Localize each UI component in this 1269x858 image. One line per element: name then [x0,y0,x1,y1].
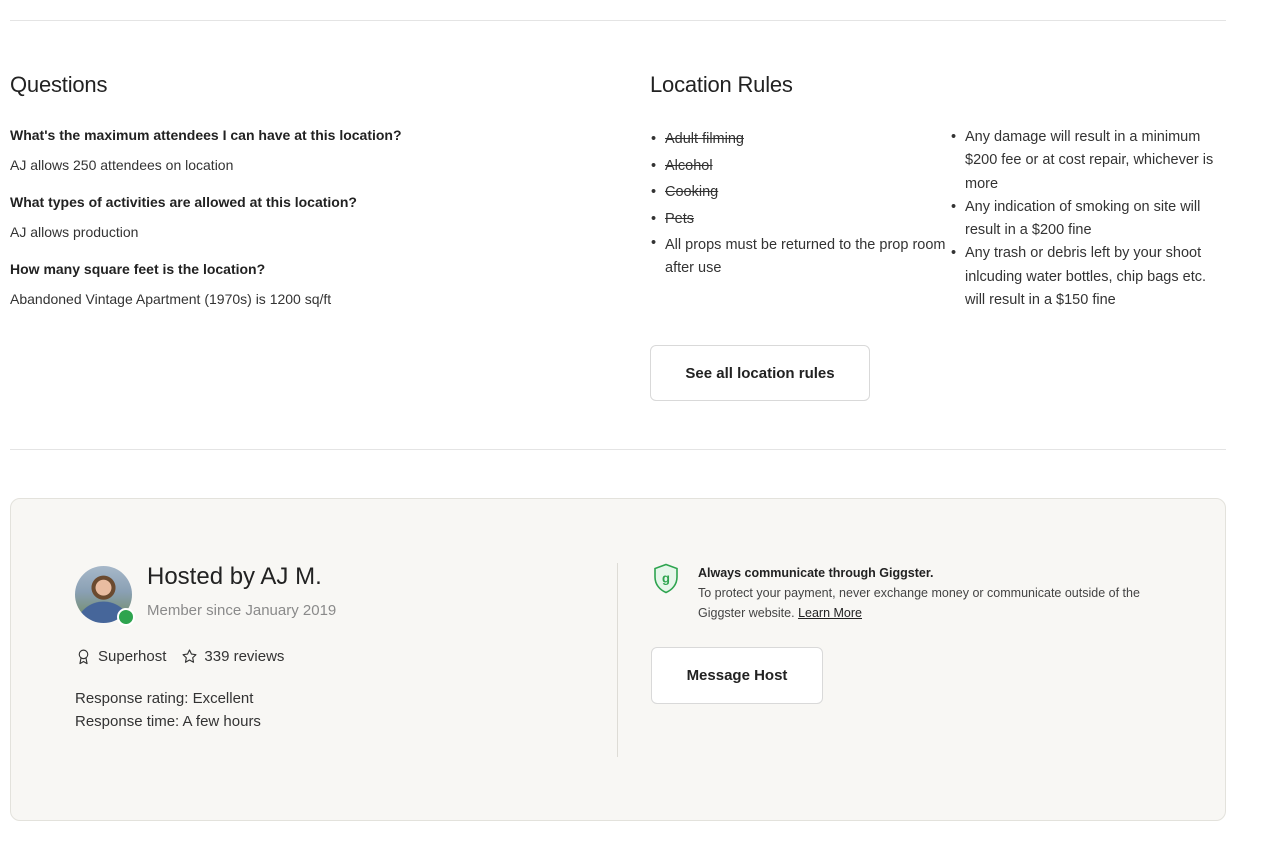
learn-more-link[interactable]: Learn More [798,606,862,620]
host-avatar[interactable] [75,566,135,626]
question-item: How many square feet is the location? Ab… [10,260,610,309]
page: Questions What's the maximum attendees I… [0,0,1269,858]
notice-body: To protect your payment, never exchange … [698,586,1140,620]
questions-title: Questions [10,72,108,97]
question-item: What's the maximum attendees I can have … [10,126,610,175]
questions-section: Questions What's the maximum attendees I… [10,72,610,327]
question-text: What types of activities are allowed at … [10,194,357,210]
superhost-stat: Superhost [75,648,166,665]
rule-item: All props must be returned to the prop r… [650,232,950,280]
rule-item: Any indication of smoking on site will r… [950,196,1225,243]
star-icon [182,649,197,663]
giggster-shield-icon: g [654,563,678,594]
location-rules-title: Location Rules [650,72,793,97]
location-rules-section: Location Rules Adult filming Alcohol Coo… [650,72,1230,312]
questions-list: What's the maximum attendees I can have … [10,126,610,309]
superhost-badge-icon [117,608,135,626]
host-card: Hosted by AJ M. Member since January 201… [10,498,1226,821]
communication-notice: Always communicate through Giggster. To … [698,565,1148,623]
answer-text: Abandoned Vintage Apartment (1970s) is 1… [10,291,332,307]
notice-text: To protect your payment, never exchange … [698,583,1148,623]
question-text: What's the maximum attendees I can have … [10,127,402,143]
response-info: Response rating: Excellent Response time… [75,687,261,733]
rules-columns: Adult filming Alcohol Cooking Pets All p… [650,126,1230,312]
rule-item: Any damage will result in a minimum $200… [950,126,1225,196]
rule-item-disallowed: Adult filming [650,126,950,153]
rule-item-disallowed: Alcohol [650,153,950,180]
reviews-stat[interactable]: 339 reviews [181,648,284,665]
see-all-rules-button[interactable]: See all location rules [650,345,870,401]
reviews-label: 339 reviews [204,648,285,665]
rules-list-left: Adult filming Alcohol Cooking Pets All p… [650,126,950,312]
rules-list-right: Any damage will result in a minimum $200… [950,126,1225,312]
response-time: Response time: A few hours [75,713,261,730]
message-host-button[interactable]: Message Host [651,647,823,704]
rule-item-disallowed: Cooking [650,179,950,206]
svg-text:g: g [662,571,670,586]
section-divider [10,449,1226,450]
host-stats: Superhost 339 reviews [75,648,299,665]
award-icon [78,649,89,665]
rule-item-disallowed: Pets [650,206,950,233]
rule-item: Any trash or debris left by your shoot i… [950,242,1225,312]
question-item: What types of activities are allowed at … [10,193,610,242]
answer-text: AJ allows 250 attendees on location [10,157,234,173]
superhost-label: Superhost [98,648,167,665]
response-rating: Response rating: Excellent [75,690,254,707]
answer-text: AJ allows production [10,224,139,240]
member-since: Member since January 2019 [147,602,337,619]
host-name: Hosted by AJ M. [147,563,322,590]
top-divider [10,20,1226,21]
notice-title: Always communicate through Giggster. [698,566,934,580]
card-divider [617,563,618,757]
question-text: How many square feet is the location? [10,261,266,277]
